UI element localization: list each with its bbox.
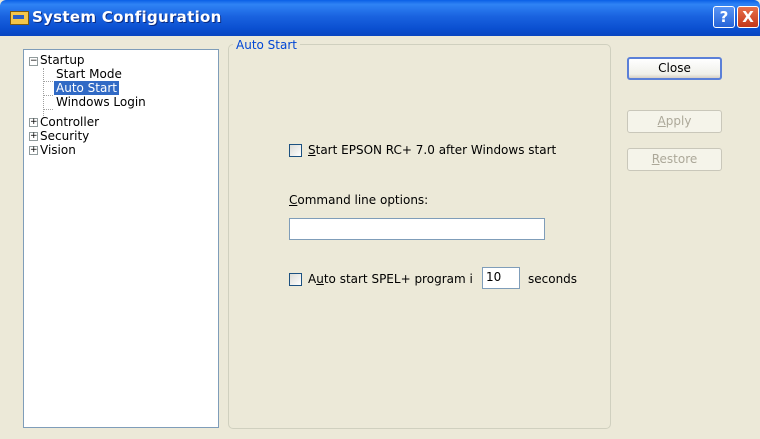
label-text: ommand line options: (297, 193, 429, 207)
tree-connector (43, 68, 44, 118)
mnemonic: S (308, 143, 316, 157)
expand-icon[interactable]: + (29, 118, 38, 127)
auto-start-spel-label[interactable]: Auto start SPEL+ program i (308, 272, 473, 286)
window-title: System Configuration (32, 8, 222, 26)
help-icon[interactable]: ? (713, 6, 735, 28)
settings-tree[interactable]: − Startup Start Mode Auto Start Windows … (23, 49, 219, 428)
tree-node-auto-start[interactable]: Auto Start (54, 81, 119, 95)
start-epson-label[interactable]: Start EPSON RC+ 7.0 after Windows start (308, 143, 556, 157)
seconds-label: seconds (528, 272, 578, 286)
close-icon[interactable]: X (737, 6, 759, 28)
label-text: tart EPSON RC+ 7.0 after Windows start (315, 143, 557, 157)
expand-icon[interactable]: + (29, 146, 38, 155)
tree-connector (43, 109, 53, 110)
label-text: to start SPEL+ program i (323, 272, 473, 286)
command-line-label: Command line options: (289, 193, 428, 207)
expand-icon[interactable]: + (29, 132, 38, 141)
tree-connector (43, 95, 53, 96)
start-epson-checkbox[interactable] (289, 144, 302, 157)
label-text: A (308, 272, 317, 286)
collapse-icon[interactable]: − (29, 57, 38, 66)
tree-node-controller[interactable]: Controller (38, 115, 101, 129)
group-title: Auto Start (233, 38, 300, 52)
tree-node-vision[interactable]: Vision (38, 143, 78, 157)
seconds-input[interactable]: 10 (482, 267, 520, 289)
button-text: estore (659, 152, 698, 166)
tree-node-startup[interactable]: Startup (38, 53, 87, 67)
restore-button[interactable]: Restore (627, 148, 722, 171)
button-text: pply (665, 114, 692, 128)
mnemonic: u (316, 272, 324, 286)
tree-node-security[interactable]: Security (38, 129, 91, 143)
mnemonic: A (657, 114, 666, 128)
app-icon (10, 11, 29, 25)
mnemonic: R (651, 152, 660, 166)
command-line-input[interactable] (289, 218, 545, 240)
tree-connector (43, 81, 53, 82)
tree-node-start-mode[interactable]: Start Mode (54, 67, 124, 81)
system-configuration-dialog: System Configuration ? X − Startup Start… (0, 0, 760, 439)
apply-button[interactable]: Apply (627, 110, 722, 133)
auto-start-spel-checkbox[interactable] (289, 273, 302, 286)
title-bar: System Configuration ? X (0, 0, 760, 36)
tree-node-windows-login[interactable]: Windows Login (54, 95, 148, 109)
close-button[interactable]: Close (627, 57, 722, 80)
